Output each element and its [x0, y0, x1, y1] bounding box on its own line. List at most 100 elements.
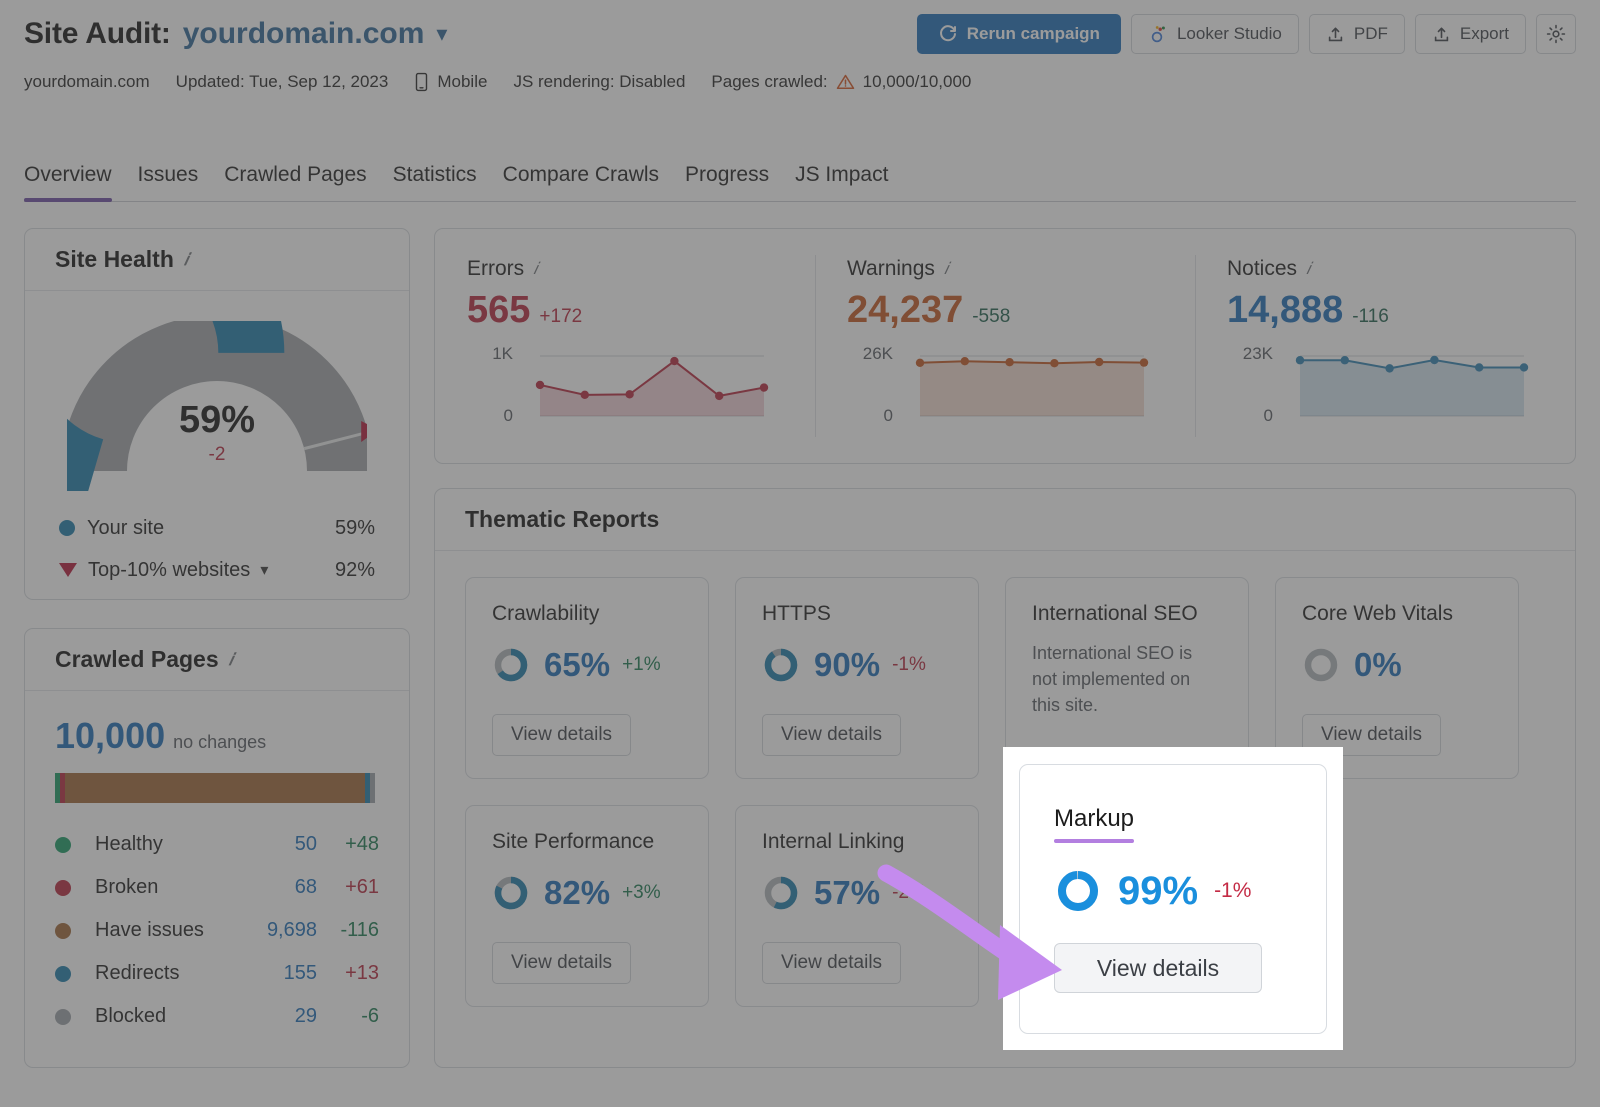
markup-title: Markup [1054, 805, 1135, 843]
progress-donut-chart [762, 874, 800, 912]
mobile-icon [414, 72, 429, 92]
thematic-view-details-button[interactable]: View details [762, 942, 902, 984]
issues-summary-card: Errors 𝑖 565 +172 1K 0 Warnings 𝑖 24,237 -558 26K 0… [434, 228, 1576, 464]
issues-delta: -558 [972, 306, 1011, 327]
settings-button[interactable] [1536, 14, 1576, 54]
thematic-card-title: HTTPS [762, 602, 831, 625]
progress-donut-chart [1302, 646, 1340, 684]
domain-link[interactable]: yourdomain.com [183, 17, 425, 51]
issues-label: Errors 𝑖 [467, 257, 783, 281]
crawled-pages-row[interactable]: Healthy 50 +48 [55, 823, 379, 866]
main-tabs: Overview Issues Crawled Pages Statistics Com… [24, 148, 1576, 202]
tab-overview[interactable]: Overview [24, 163, 112, 202]
crawled-pages-row-label: Healthy [95, 833, 163, 855]
rerun-campaign-button[interactable]: Rerun campaign [916, 14, 1121, 54]
crawled-pages-stacked-bar [55, 773, 375, 803]
chevron-down-icon[interactable]: ▾ [260, 560, 268, 580]
crawled-pages-bar-segment [370, 773, 375, 803]
crawled-pages-row-value: 155 [283, 962, 317, 984]
thematic-card-title: Core Web Vitals [1302, 602, 1453, 625]
crawled-pages-row-delta: +61 [345, 876, 379, 898]
issues-number: 565 +172 [467, 289, 783, 332]
thematic-card-https[interactable]: HTTPS 90% -1% View details [735, 577, 979, 779]
axis-tick-bottom: 0 [503, 406, 513, 425]
thematic-card-percent: 65% [544, 646, 611, 683]
axis-tick-bottom: 0 [1263, 406, 1273, 425]
looker-studio-button[interactable]: Looker Studio [1130, 14, 1299, 54]
thematic-reports-header: Thematic Reports [435, 489, 1575, 551]
crawled-pages-row[interactable]: Have issues 9,698 -116 [55, 909, 379, 952]
thematic-card-percent: 82% [544, 874, 611, 911]
legend-triangle-icon [59, 563, 77, 577]
info-icon[interactable]: 𝑖 [1306, 259, 1311, 279]
thematic-card-metric: 82% +3% [492, 874, 682, 912]
issues-label-text: Errors [467, 257, 525, 280]
site-health-legend-label: Your site [87, 516, 165, 539]
thematic-card-percent: 57% [814, 874, 881, 911]
tab-crawled-pages[interactable]: Crawled Pages [224, 163, 366, 201]
site-health-title: Site Health [55, 246, 174, 272]
crawled-pages-row[interactable]: Broken 68 +61 [55, 866, 379, 909]
thematic-view-details-button[interactable]: View details [492, 714, 632, 756]
site-health-gauge: 59% -2 [0, 196, 379, 503]
markup-highlight-region: Markup 99% -1% View details [1003, 747, 1343, 1050]
crawled-pages-row-value: 9,698 [266, 919, 317, 941]
progress-donut-chart [492, 874, 530, 912]
crawled-pages-breakdown: Healthy 50 +48 Broken 68 +61 Have issues 9,698 -… [55, 823, 379, 1038]
issues-label: Notices 𝑖 [1227, 257, 1543, 281]
tab-statistics[interactable]: Statistics [393, 163, 477, 201]
info-icon[interactable]: 𝑖 [944, 259, 949, 279]
thematic-card-title: Site Performance [492, 830, 655, 853]
meta-pages-crawled: Pages crawled: 10,000/10,000 [711, 72, 971, 92]
pdf-button[interactable]: PDF [1308, 14, 1405, 54]
info-icon[interactable]: 𝑖 [229, 650, 234, 670]
tab-compare-crawls[interactable]: Compare Crawls [503, 163, 659, 201]
crawled-pages-row-value: 68 [294, 876, 317, 898]
tab-issues[interactable]: Issues [138, 163, 199, 201]
thematic-view-details-button[interactable]: View details [762, 714, 902, 756]
axis-tick-top: 1K [492, 344, 513, 363]
export-button[interactable]: Export [1414, 14, 1526, 54]
sparkline-axis: 26K 0 [847, 344, 901, 425]
thematic-card-crawlability[interactable]: Crawlability 65% +1% View details [465, 577, 709, 779]
crawled-pages-body: 10,000 no changes Healthy 50 +48 Broken 68 +6… [25, 691, 409, 1038]
issues-column-warnings: Warnings 𝑖 24,237 -558 26K 0 [815, 229, 1195, 463]
crawled-pages-row-delta: +13 [345, 962, 379, 984]
thematic-view-details-button[interactable]: View details [492, 942, 632, 984]
markup-view-details-button[interactable]: View details [1054, 943, 1262, 993]
site-health-legend-label: Top-10% websites [88, 558, 251, 581]
info-icon[interactable]: 𝑖 [184, 250, 189, 270]
thematic-card-site-performance[interactable]: Site Performance 82% +3% View details [465, 805, 709, 1007]
progress-donut-chart [762, 646, 800, 684]
site-health-delta: -2 [208, 444, 226, 465]
crawled-pages-row[interactable]: Blocked 29 -6 [55, 995, 379, 1038]
thematic-card-percent: 0% [1354, 646, 1402, 683]
chevron-down-icon[interactable]: ▾ [436, 23, 447, 45]
meta-domain: yourdomain.com [24, 72, 150, 91]
issues-value: 14,888 [1227, 289, 1344, 331]
issues-column-notices: Notices 𝑖 14,888 -116 23K 0 [1195, 229, 1575, 463]
axis-tick-top: 26K [862, 344, 893, 363]
info-icon[interactable]: 𝑖 [533, 259, 538, 279]
crawled-pages-row[interactable]: Redirects 155 +13 [55, 952, 379, 995]
axis-tick-top: 23K [1242, 344, 1273, 363]
axis-tick-bottom: 0 [883, 406, 893, 425]
header-meta: yourdomain.com Updated: Tue, Sep 12, 202… [24, 72, 971, 92]
tab-progress[interactable]: Progress [685, 163, 769, 201]
markup-card: Markup 99% -1% View details [1019, 764, 1327, 1034]
pdf-label: PDF [1353, 24, 1388, 43]
meta-pages-crawled-value: 10,000/10,000 [862, 72, 972, 91]
upload-icon [1432, 25, 1451, 44]
thematic-card-title: International SEO [1032, 602, 1198, 625]
tab-js-impact[interactable]: JS Impact [795, 163, 888, 201]
issues-label-text: Warnings [847, 257, 935, 280]
thematic-card-title: Crawlability [492, 602, 600, 625]
thematic-card-delta: -2% [892, 882, 926, 903]
issues-sparkline: 23K 0 [1227, 344, 1543, 425]
crawled-pages-row-value: 50 [294, 833, 317, 855]
issues-delta: +172 [539, 306, 583, 327]
thematic-card-metric: 90% -1% [762, 646, 952, 684]
sparkline-axis: 1K 0 [467, 344, 521, 425]
site-health-legend-row[interactable]: Top-10% websites ▾ 92% [59, 549, 375, 591]
thematic-card-internal-linking[interactable]: Internal Linking 57% -2% View details [735, 805, 979, 1007]
